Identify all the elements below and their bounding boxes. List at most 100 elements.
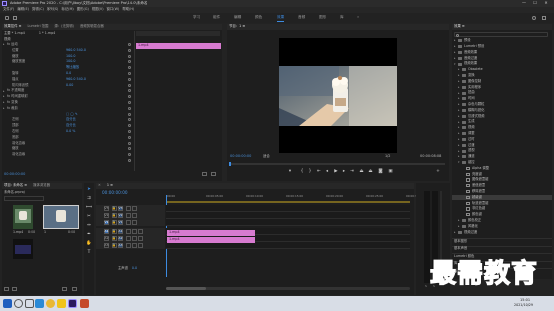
lock-icon[interactable]: 🔒	[112, 213, 117, 218]
premiere-taskbar-icon[interactable]	[68, 299, 77, 308]
project-search-input[interactable]	[4, 196, 44, 201]
sequence-clip-name[interactable]: 1 * 1.mp4	[39, 31, 55, 35]
sync-lock-icon[interactable]	[126, 213, 131, 218]
solo-icon[interactable]	[132, 229, 137, 234]
workspace-audio[interactable]: 音频	[298, 15, 305, 20]
effect-property-value[interactable]: 960.0 540.0	[66, 48, 86, 52]
tab-effect-controls[interactable]: 效果控件 ≡	[4, 24, 21, 28]
slip-tool-icon[interactable]: ↔	[86, 223, 92, 229]
track-name[interactable]: V2	[118, 213, 123, 218]
menu-sequence[interactable]: 序列(S)	[47, 7, 59, 11]
lower-panel-tab[interactable]: 基本声音	[452, 245, 552, 252]
menu-help[interactable]: 帮助(H)	[122, 7, 134, 11]
effect-property-row[interactable]: 锚点 960.0 540.0	[2, 77, 133, 83]
source-patch-button[interactable]: V3	[104, 206, 109, 211]
reset-icon[interactable]	[128, 72, 131, 75]
workspace-editing[interactable]: 编辑	[234, 15, 241, 20]
effects-panel-title[interactable]: 效果 ≡	[454, 24, 465, 28]
workspace-effects[interactable]: 效果	[277, 15, 285, 22]
reset-icon[interactable]	[128, 95, 131, 99]
play-icon[interactable]: ▶	[333, 169, 339, 175]
reset-icon[interactable]	[128, 89, 131, 93]
solo-icon[interactable]	[132, 243, 137, 248]
mute-icon[interactable]	[126, 236, 131, 241]
close-tab-icon[interactable]: ✕	[98, 183, 101, 187]
close-button[interactable]: ✕	[543, 1, 549, 6]
menu-graphics[interactable]: 图形(G)	[77, 7, 89, 11]
menu-file[interactable]: 文件(F)	[3, 7, 14, 11]
eye-icon[interactable]	[132, 220, 137, 225]
effect-property-row[interactable]: ▸ fx 裁剪	[2, 106, 133, 112]
track-lane[interactable]	[166, 212, 410, 219]
timeline-horizontal-scrollbar[interactable]	[166, 287, 410, 290]
task-view-icon[interactable]	[25, 299, 34, 308]
effect-property-row[interactable]: 右侧 0.0 %	[2, 129, 133, 135]
go-to-out-icon[interactable]: ⇥	[349, 169, 355, 175]
source-clip-name[interactable]: 主要 * 1.mp4	[4, 31, 25, 35]
workspace-more-icon[interactable]: »	[357, 15, 359, 20]
track-header[interactable]: A3 🔒 A3	[96, 242, 165, 249]
mark-in-icon[interactable]: {	[299, 169, 305, 175]
taskbar-time[interactable]: 15:01	[520, 298, 530, 303]
lock-icon[interactable]: 🔒	[112, 229, 117, 234]
reset-icon[interactable]	[128, 106, 131, 110]
menu-edit[interactable]: 编辑(E)	[17, 7, 29, 11]
lock-icon[interactable]: 🔒	[112, 220, 117, 225]
search-icon[interactable]	[532, 16, 536, 20]
mark-out-icon[interactable]: }	[307, 169, 313, 175]
effect-property-row[interactable]: ▸ fx 运动	[2, 42, 133, 48]
track-name[interactable]: A1	[118, 229, 123, 234]
tab-source[interactable]: 源：(无剪辑)	[54, 24, 74, 28]
go-to-in-icon[interactable]: ⇤	[316, 169, 322, 175]
ripple-edit-tool-icon[interactable]: ⟺	[86, 205, 92, 211]
effect-property-value[interactable]: 百分比	[66, 118, 76, 122]
track-header[interactable]: A2 🔒 A2	[96, 235, 165, 242]
lock-icon[interactable]: 🔒	[112, 206, 117, 211]
lower-panel-tab[interactable]: 基本图形	[452, 238, 552, 244]
sync-lock-icon[interactable]	[126, 220, 131, 225]
reset-icon[interactable]	[128, 147, 131, 151]
reset-icon[interactable]	[128, 77, 131, 81]
app-icon[interactable]	[80, 299, 89, 308]
reset-icon[interactable]	[128, 83, 131, 87]
effect-property-row[interactable]: 底部	[2, 135, 133, 141]
program-playhead[interactable]	[229, 162, 231, 166]
effect-property-row[interactable]: 位置 960.0 540.0	[2, 48, 133, 54]
comparison-view-icon[interactable]: ▣	[387, 169, 394, 175]
effect-property-value[interactable]: 0.00	[66, 83, 73, 87]
resolution-select[interactable]: 1/2	[385, 154, 390, 158]
tab-project[interactable]: 项目: 未命名 ≡	[4, 183, 27, 187]
effect-property-row[interactable]: 顶部 百分比	[2, 123, 133, 129]
source-patch-button[interactable]: A1	[104, 229, 109, 234]
effect-property-row[interactable]: ▸ fx 变换	[2, 100, 133, 106]
extract-icon[interactable]: ⏏	[367, 169, 374, 175]
program-scrubber[interactable]	[230, 163, 445, 165]
microphone-icon[interactable]	[138, 243, 143, 248]
track-name[interactable]: A3	[118, 243, 123, 248]
reset-icon[interactable]	[128, 159, 131, 162]
hand-tool-icon[interactable]: ✋	[86, 241, 92, 247]
workspace-assembly[interactable]: 组件	[213, 15, 220, 20]
lock-icon[interactable]: 🔒	[112, 236, 117, 241]
effect-controls-clip[interactable]: 1.mp4	[136, 43, 221, 49]
file-explorer-icon[interactable]	[57, 299, 66, 308]
program-video-frame[interactable]	[279, 38, 397, 153]
track-header[interactable]: V2 🔒 V2	[96, 212, 165, 219]
reset-icon[interactable]	[128, 43, 131, 46]
video-clip-v1[interactable]: 1.mp4	[167, 230, 255, 236]
lower-panel-tab[interactable]: Lumetri 颜色	[452, 253, 552, 259]
effect-property-row[interactable]: 旋转 0.0	[2, 71, 133, 77]
master-track-value[interactable]: 0.0	[132, 267, 137, 271]
effect-property-row[interactable]: ▸ fx 时间重映射	[2, 94, 133, 100]
project-item-name[interactable]: 1.mp4	[13, 230, 23, 234]
track-lane[interactable]	[166, 205, 410, 212]
menu-window[interactable]: 窗口(W)	[107, 7, 120, 11]
audio-clip-a1[interactable]: 1.mp4	[167, 237, 255, 243]
effect-controls-timecode[interactable]: 00:00:00:00	[4, 172, 25, 177]
icon-view-icon[interactable]	[12, 287, 17, 291]
effect-property-row[interactable]: 羽化边缘	[2, 152, 133, 158]
effect-property-value[interactable]: 100.0	[66, 54, 75, 58]
mute-icon[interactable]	[126, 243, 131, 248]
track-header[interactable]: V3 🔒 V3	[96, 205, 165, 212]
effect-property-row[interactable]	[2, 158, 133, 164]
